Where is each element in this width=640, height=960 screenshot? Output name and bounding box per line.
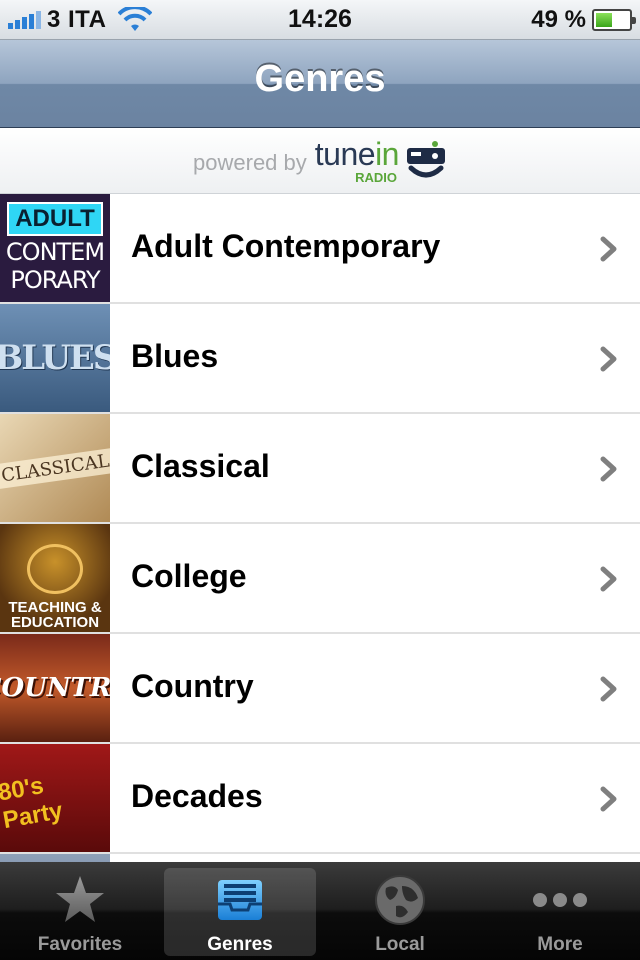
chevron-right-icon	[600, 786, 617, 812]
genre-label: Classical	[131, 448, 270, 484]
genre-thumbnail: CLASSICAL	[0, 414, 110, 522]
thumbnail-text: 80's Party	[0, 772, 65, 835]
genre-label: College	[131, 558, 247, 594]
chevron-right-icon	[600, 346, 617, 372]
list-item[interactable]	[0, 854, 640, 862]
genre-list[interactable]: ADULT CONTEM PORARY Adult Contemporary BL…	[0, 194, 640, 862]
inbox-tray-icon	[218, 880, 262, 920]
tab-label: Genres	[207, 934, 273, 955]
genre-thumbnail	[0, 854, 110, 862]
thumbnail-text: ADULT	[7, 202, 103, 236]
chevron-right-icon	[600, 566, 617, 592]
tab-label: More	[537, 934, 583, 955]
list-item[interactable]: TEACHING & EDUCATION College	[0, 524, 640, 634]
thumbnail-text: COUNTRY	[0, 673, 110, 703]
more-dots-icon	[533, 893, 587, 907]
genre-thumbnail: COUNTRY	[0, 634, 110, 742]
genre-thumbnail: ADULT CONTEM PORARY	[0, 194, 110, 302]
genre-thumbnail: 80's Party	[0, 744, 110, 852]
globe-icon	[375, 875, 425, 925]
genre-thumbnail: TEACHING & EDUCATION	[0, 524, 110, 632]
list-item[interactable]: ADULT CONTEM PORARY Adult Contemporary	[0, 194, 640, 304]
battery-percent: 49 %	[531, 6, 586, 33]
page-title: Genres	[254, 58, 386, 100]
list-item[interactable]: COUNTRY Country	[0, 634, 640, 744]
star-icon	[56, 876, 104, 922]
thumbnail-text: CONTEM PORARY	[5, 238, 105, 294]
tab-bar: Favorites Genres Local More	[0, 862, 640, 960]
tab-genres[interactable]: Genres	[160, 862, 320, 960]
powered-by-text: powered by	[193, 149, 307, 175]
genre-label: Decades	[131, 778, 263, 814]
navigation-bar: Genres	[0, 40, 640, 128]
status-right: 49 %	[531, 6, 636, 34]
genre-label: Blues	[131, 338, 219, 374]
thumbnail-text-line: CONTEM	[5, 238, 105, 266]
battery-level-fill	[596, 13, 612, 27]
radio-icon	[406, 140, 445, 177]
tunein-logo: tunein RADIO	[314, 135, 400, 185]
status-bar: 3 ITA 14:26 49 %	[0, 0, 640, 40]
tunein-wordmark-in: in	[375, 135, 399, 172]
thumbnail-text-line: PORARY	[10, 266, 100, 294]
tab-favorites[interactable]: Favorites	[0, 862, 160, 960]
thumbnail-text: BLUES	[0, 338, 110, 378]
tab-more[interactable]: More	[480, 862, 640, 960]
chevron-right-icon	[600, 456, 617, 482]
list-item[interactable]: CLASSICAL Classical	[0, 414, 640, 524]
thumbnail-text-line: EDUCATION	[10, 614, 100, 631]
tab-local[interactable]: Local	[320, 862, 480, 960]
thumbnail-text: CLASSICAL	[0, 447, 110, 489]
thumbnail-text: TEACHING & EDUCATION	[8, 600, 101, 630]
list-item[interactable]: 80's Party Decades	[0, 744, 640, 854]
chevron-right-icon	[600, 236, 617, 262]
powered-by-banner[interactable]: powered by tunein RADIO	[0, 128, 640, 194]
tab-label: Favorites	[37, 934, 123, 955]
genre-label: Country	[131, 668, 254, 704]
genre-thumbnail: BLUES	[0, 304, 110, 412]
genre-label: Adult Contemporary	[131, 228, 441, 264]
tab-label: Local	[375, 934, 425, 955]
college-emblem-icon	[27, 544, 83, 594]
tunein-wordmark-tune: tune	[314, 135, 376, 172]
battery-icon	[592, 9, 636, 31]
chevron-right-icon	[600, 676, 617, 702]
list-item[interactable]: BLUES Blues	[0, 304, 640, 414]
tunein-radio-text: RADIO	[355, 169, 397, 185]
tunein-wordmark: tunein	[314, 135, 400, 172]
